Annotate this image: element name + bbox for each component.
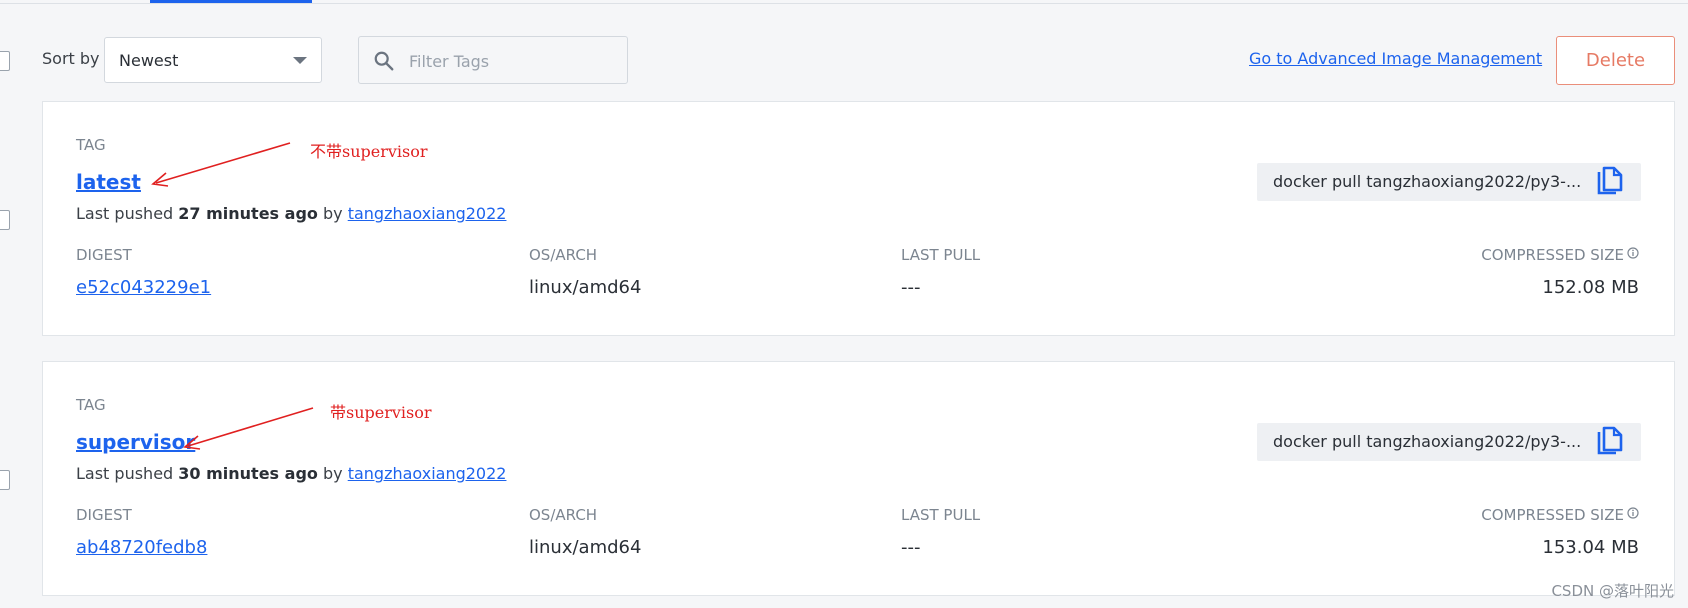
digest-link[interactable]: ab48720fedb8: [76, 537, 207, 558]
digest-label: DIGEST: [76, 246, 132, 264]
advanced-image-management-link[interactable]: Go to Advanced Image Management: [1249, 49, 1542, 68]
watermark: CSDN @落叶阳光: [1551, 582, 1674, 600]
os-arch-label: OS/ARCH: [529, 506, 598, 524]
tag-label: TAG: [76, 396, 106, 414]
tag-name-link[interactable]: supervisor: [76, 430, 195, 454]
pushed-prefix: Last pushed: [76, 464, 174, 483]
pushed-by-word: by: [322, 204, 343, 223]
compressed-size-header: COMPRESSED SIZE: [1481, 246, 1639, 264]
annotation-text: 不带supervisor: [310, 142, 428, 161]
last-pull-label: LAST PULL: [901, 246, 981, 264]
last-pull-value: ---: [901, 537, 921, 558]
compressed-size-header: COMPRESSED SIZE: [1481, 506, 1639, 524]
pushed-by-user-link[interactable]: tangzhaoxiang2022: [348, 204, 507, 223]
compressed-size-label: COMPRESSED SIZE: [1481, 246, 1624, 264]
row-checkbox[interactable]: [0, 470, 10, 490]
pushed-time: 30 minutes ago: [178, 464, 318, 483]
sort-select[interactable]: Newest: [104, 37, 322, 83]
active-tab-indicator: [150, 0, 312, 3]
filter-tags-input[interactable]: [407, 49, 611, 73]
pushed-prefix: Last pushed: [76, 204, 174, 223]
tab-bar-divider: [0, 3, 1688, 4]
pushed-by-user-link[interactable]: tangzhaoxiang2022: [348, 464, 507, 483]
pull-command: docker pull tangzhaoxiang2022/py3-...: [1273, 432, 1582, 451]
tag-card: TAG latest Last pushed 27 minutes ago by…: [42, 101, 1675, 336]
os-arch-value: linux/amd64: [529, 537, 642, 558]
sort-label: Sort by: [42, 49, 100, 68]
last-pull-label: LAST PULL: [901, 506, 981, 524]
pushed-by-word: by: [322, 464, 343, 483]
pull-command-box: docker pull tangzhaoxiang2022/py3-...: [1257, 163, 1641, 201]
annotation-text: 带supervisor: [330, 403, 432, 422]
os-arch-label: OS/ARCH: [529, 246, 598, 264]
os-arch-value: linux/amd64: [529, 277, 642, 298]
last-pushed-info: Last pushed 27 minutes ago by tangzhaoxi…: [76, 204, 506, 223]
delete-button[interactable]: Delete: [1556, 36, 1675, 85]
tag-name-link[interactable]: latest: [76, 170, 141, 194]
copy-icon[interactable]: [1595, 166, 1625, 198]
compressed-size-label: COMPRESSED SIZE: [1481, 506, 1624, 524]
info-icon[interactable]: [1627, 507, 1639, 519]
digest-link[interactable]: e52c043229e1: [76, 277, 211, 298]
search-icon: [374, 51, 394, 71]
last-pull-value: ---: [901, 277, 921, 298]
tag-label: TAG: [76, 136, 106, 154]
copy-icon[interactable]: [1595, 426, 1625, 458]
compressed-size-value: 153.04 MB: [1542, 537, 1639, 558]
select-all-checkbox[interactable]: [0, 51, 10, 71]
row-checkbox[interactable]: [0, 210, 10, 230]
tag-card: TAG supervisor Last pushed 30 minutes ag…: [42, 361, 1675, 596]
chevron-down-icon: [293, 57, 307, 64]
pushed-time: 27 minutes ago: [178, 204, 318, 223]
compressed-size-value: 152.08 MB: [1542, 277, 1639, 298]
filter-tags-field[interactable]: [358, 36, 628, 84]
pull-command: docker pull tangzhaoxiang2022/py3-...: [1273, 172, 1582, 191]
info-icon[interactable]: [1627, 247, 1639, 259]
digest-label: DIGEST: [76, 506, 132, 524]
last-pushed-info: Last pushed 30 minutes ago by tangzhaoxi…: [76, 464, 506, 483]
sort-selected-value: Newest: [119, 51, 179, 70]
pull-command-box: docker pull tangzhaoxiang2022/py3-...: [1257, 423, 1641, 461]
